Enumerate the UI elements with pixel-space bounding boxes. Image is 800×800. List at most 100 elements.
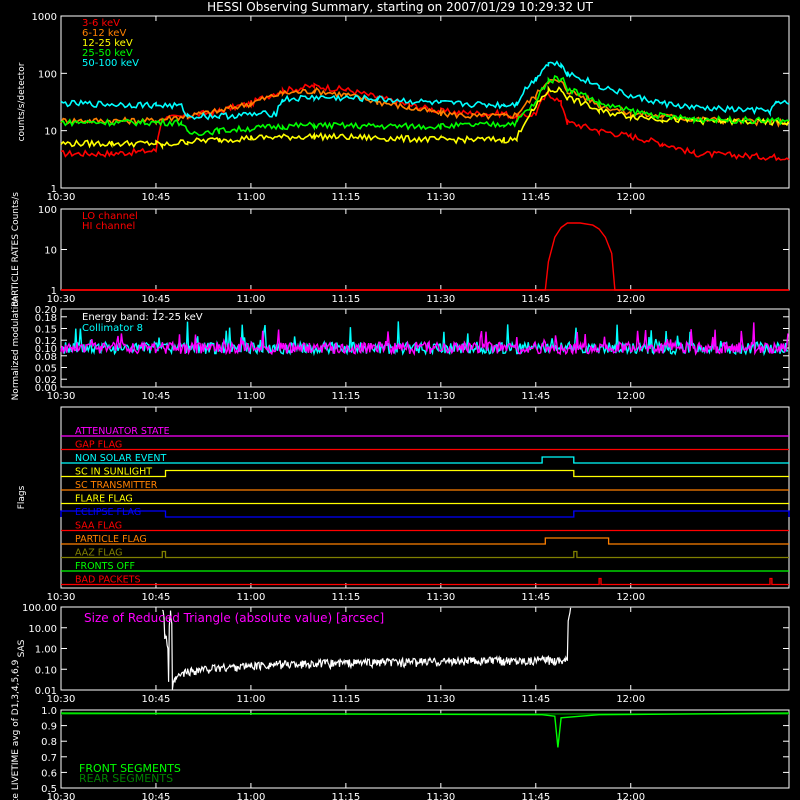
x-tick-label: 10:45 [142, 294, 171, 305]
y-tick-label: 0.12 [35, 336, 57, 347]
y-tick-label: 0.01 [35, 686, 57, 697]
x-tick-label: 10:30 [47, 592, 76, 603]
flag-label: SAA FLAG [75, 521, 122, 532]
x-tick-label: 11:00 [236, 192, 265, 203]
x-tick-label: 11:00 [236, 694, 265, 705]
flag-label: SC TRANSMITTER [75, 480, 158, 491]
x-tick-label: 12:00 [616, 694, 645, 705]
y-tick-label: 1.00 [35, 645, 57, 656]
flag-label: ECLIPSE FLAG [75, 507, 141, 518]
y-tick-label: 10.00 [28, 624, 57, 635]
x-tick-label: 11:45 [521, 792, 550, 800]
panel-frame [60, 406, 790, 589]
x-tick-label: 12:00 [616, 294, 645, 305]
legend-entry: 50-100 keV [82, 58, 139, 69]
y-tick-label: 10 [44, 246, 57, 257]
y-axis-label: Mon. Rate LIVETIME avg of D1,3,4,5,6,9 [11, 659, 21, 800]
x-tick-label: 12:00 [616, 592, 645, 603]
legend-entry: HI channel [82, 221, 135, 232]
x-tick-label: 11:30 [426, 192, 455, 203]
y-tick-label: 0.7 [41, 753, 57, 764]
flag-label: SC IN SUNLIGHT [75, 467, 152, 478]
panel-frame [60, 15, 790, 189]
y-tick-label: 0.10 [35, 665, 57, 676]
y-axis-label: counts/s/detector [17, 62, 27, 141]
flag-label: FRONTS OFF [75, 561, 135, 572]
series-line [61, 222, 789, 291]
series-line [60, 60, 790, 121]
y-tick-label: 0.5 [41, 784, 57, 795]
flag-label: ATTENUATOR STATE [75, 426, 170, 437]
flag-line [61, 550, 789, 559]
y-tick-label: 0.6 [41, 768, 57, 779]
x-tick-label: 11:15 [331, 792, 360, 800]
flag-line [60, 510, 790, 518]
x-tick-label: 12:00 [616, 792, 645, 800]
x-tick-label: 11:45 [521, 192, 550, 203]
y-tick-label: 100 [38, 69, 57, 80]
y-axis-label: PARTICLE RATES Counts/s [11, 192, 21, 307]
y-tick-label: 0.9 [41, 722, 57, 733]
x-tick-label: 11:00 [236, 592, 265, 603]
flag-label: BAD PACKETS [75, 575, 141, 586]
x-tick-label: 10:45 [142, 391, 171, 402]
y-tick-label: 1.0 [41, 706, 57, 717]
x-tick-label: 11:00 [236, 391, 265, 402]
x-tick-label: 10:45 [142, 792, 171, 800]
legend-entry: REAR SEGMENTS [79, 772, 173, 785]
x-tick-label: 11:15 [331, 592, 360, 603]
x-tick-label: 11:30 [426, 294, 455, 305]
y-tick-label: 100 [38, 205, 57, 216]
x-tick-label: 11:00 [236, 792, 265, 800]
x-tick-label: 11:30 [426, 792, 455, 800]
panel-annotation: Energy band: 12-25 keV [82, 312, 203, 323]
y-axis-label: Flags [17, 485, 27, 509]
flag-label: GAP FLAG [75, 440, 122, 451]
flag-line [61, 456, 789, 464]
y-tick-label: 10 [44, 127, 57, 138]
x-tick-label: 11:45 [521, 592, 550, 603]
y-tick-label: 0.15 [35, 325, 57, 336]
y-axis-label: Normalized modulation [11, 296, 21, 401]
x-tick-label: 11:00 [236, 294, 265, 305]
y-tick-label: 0.8 [41, 737, 57, 748]
flag-label: FLARE FLAG [75, 494, 133, 505]
panel-frame [60, 208, 790, 291]
flag-line [61, 537, 789, 545]
y-tick-label: 0.02 [35, 375, 57, 386]
y-tick-label: 1 [51, 286, 57, 297]
panel-annotation: Size of Reduced Triangle (absolute value… [84, 611, 384, 625]
series-group [60, 60, 790, 162]
x-tick-label: 11:15 [331, 294, 360, 305]
legend-entry: Collimator 8 [82, 323, 143, 334]
x-tick-label: 11:30 [426, 391, 455, 402]
series-line [60, 322, 789, 357]
y-axis-label: SAS [17, 639, 27, 657]
flag-label: AAZ FLAG [75, 548, 122, 559]
hessi-summary-figure: 10:30 10:45 11:00 11:15 11:30 11:45 12:00 count… [11, 12, 790, 800]
x-tick-label: 12:00 [616, 192, 645, 203]
x-tick-label: 11:45 [521, 694, 550, 705]
x-tick-label: 11:15 [331, 192, 360, 203]
x-tick-label: 11:45 [521, 391, 550, 402]
y-tick-label: 1 [51, 184, 57, 195]
x-tick-label: 11:15 [331, 694, 360, 705]
x-tick-label: 10:45 [142, 192, 171, 203]
x-tick-label: 10:45 [142, 694, 171, 705]
x-tick-label: 11:30 [426, 592, 455, 603]
y-tick-label: 0.20 [35, 305, 57, 316]
x-tick-label: 11:45 [521, 294, 550, 305]
x-tick-label: 11:15 [331, 391, 360, 402]
flag-label: PARTICLE FLAG [75, 534, 147, 545]
x-tick-label: 10:45 [142, 592, 171, 603]
x-tick-label: 12:00 [616, 391, 645, 402]
flag-line [61, 577, 789, 586]
y-tick-label: 0.05 [35, 364, 57, 375]
y-tick-label: 1000 [32, 12, 57, 23]
flag-line [61, 469, 789, 478]
series-line [60, 712, 790, 748]
x-tick-label: 11:30 [426, 694, 455, 705]
series-line [60, 321, 789, 357]
flag-label: NON SOLAR EVENT [75, 453, 166, 464]
y-tick-label: 100.00 [22, 603, 57, 614]
